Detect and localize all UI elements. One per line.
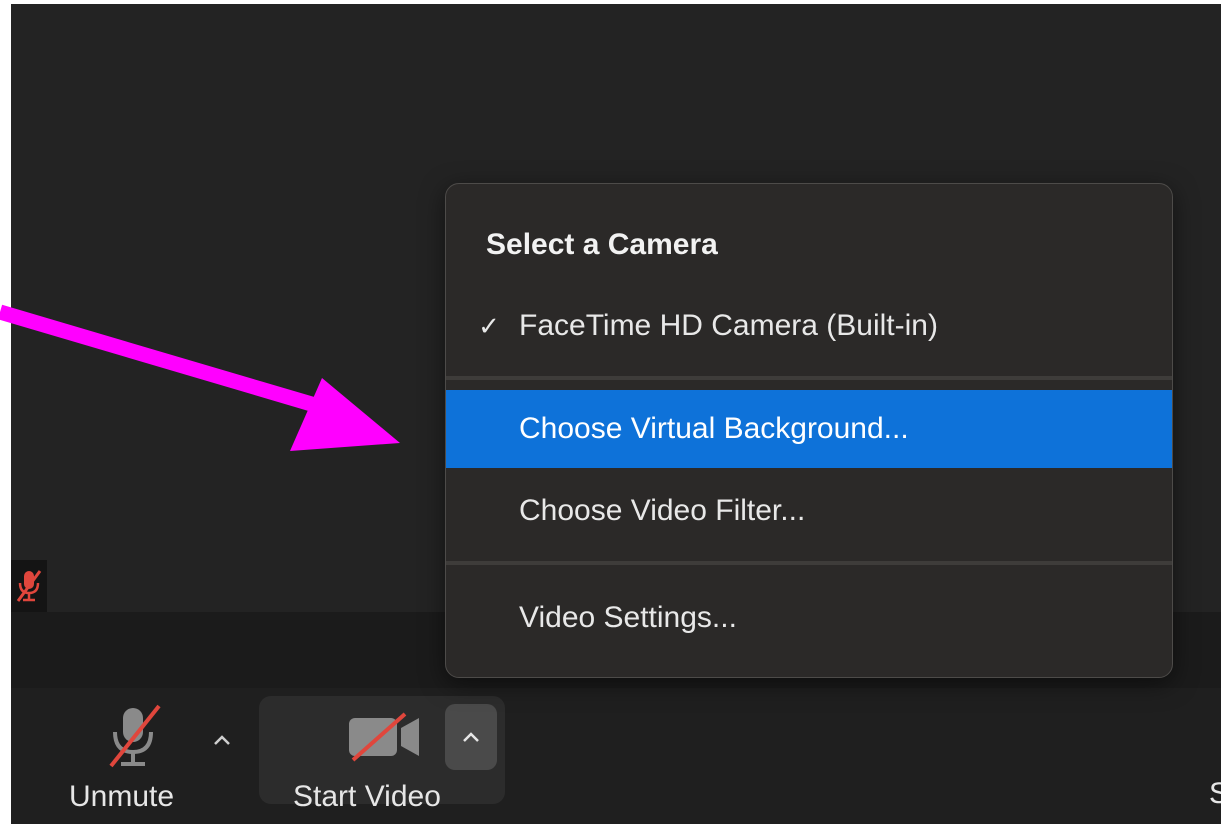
menu-item-label: FaceTime HD Camera (Built-in): [519, 309, 938, 342]
microphone-muted-icon: [99, 702, 169, 777]
menu-item-label: Choose Virtual Background...: [519, 412, 909, 445]
chevron-up-icon[interactable]: [211, 732, 233, 753]
share-screen-label-partial[interactable]: S: [1209, 777, 1221, 811]
menu-item-label: Choose Video Filter...: [519, 494, 806, 527]
meeting-toolbar: Unmute Start Video S: [11, 688, 1221, 824]
unmute-button[interactable]: Unmute: [59, 696, 249, 813]
menu-divider: [446, 376, 1172, 380]
mic-muted-icon: [16, 570, 42, 602]
unmute-label: Unmute: [69, 780, 175, 813]
menu-divider: [446, 561, 1172, 565]
menu-item-choose-video-filter[interactable]: Choose Video Filter...: [446, 472, 1172, 550]
video-camera-off-icon: [347, 712, 423, 767]
menu-item-facetime-camera[interactable]: ✓ FaceTime HD Camera (Built-in): [446, 287, 1172, 365]
camera-options-menu: Select a Camera ✓ FaceTime HD Camera (Bu…: [445, 183, 1173, 678]
start-video-label: Start Video: [293, 780, 441, 813]
mic-muted-indicator: [11, 560, 47, 612]
start-video-button[interactable]: Start Video: [259, 696, 505, 813]
menu-item-choose-virtual-background[interactable]: Choose Virtual Background...: [446, 390, 1172, 468]
menu-item-label: Video Settings...: [519, 601, 737, 634]
checkmark-icon: ✓: [478, 311, 500, 341]
menu-item-video-settings[interactable]: Video Settings...: [446, 579, 1172, 657]
meeting-window: Unmute Start Video S Select a Camera ✓ F…: [11, 4, 1221, 824]
video-options-button[interactable]: [445, 704, 497, 770]
chevron-up-icon: [463, 732, 479, 742]
menu-header-select-camera: Select a Camera: [486, 228, 718, 261]
